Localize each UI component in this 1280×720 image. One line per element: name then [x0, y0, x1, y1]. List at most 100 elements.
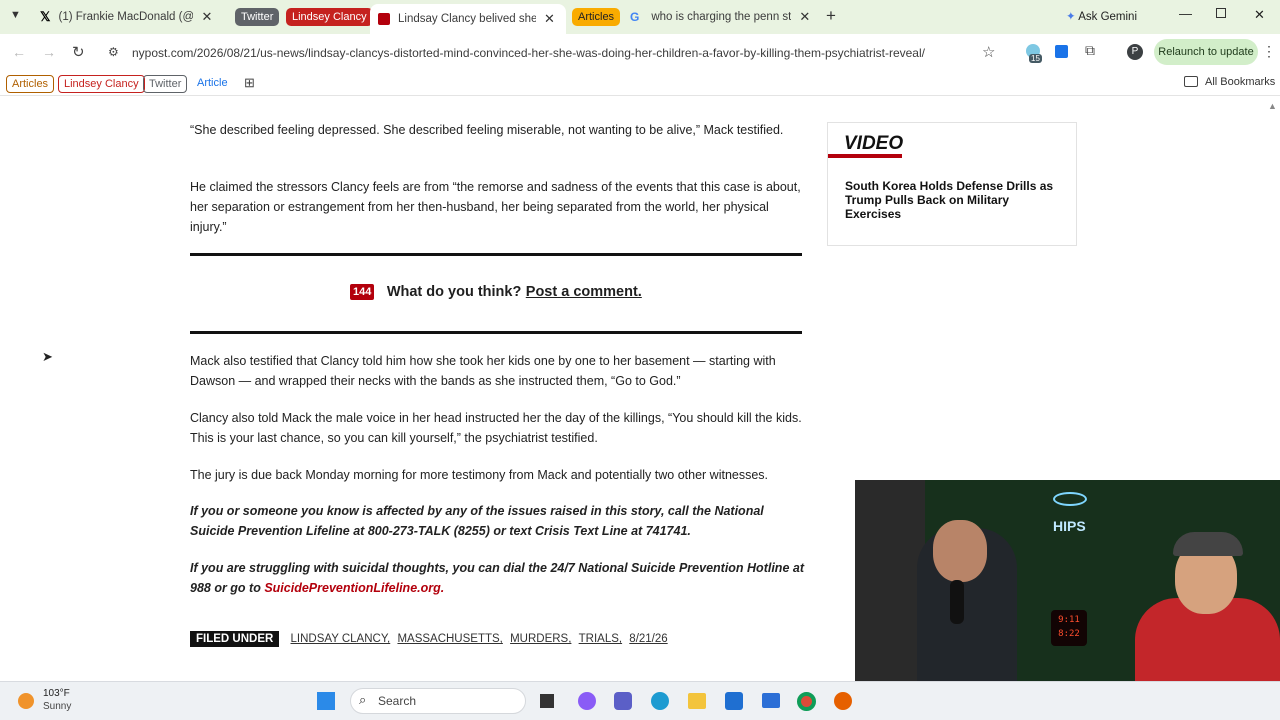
close-icon[interactable]: ✕	[799, 9, 810, 25]
tab-title: who is charging the penn state	[651, 11, 792, 23]
weather-sun-icon	[18, 693, 34, 709]
taskbar-search[interactable]: ⌕ Search	[350, 688, 526, 714]
ask-gemini-label: Ask Gemini	[1078, 11, 1137, 23]
clock-display: 9:11 8:22	[1051, 610, 1087, 646]
comment-prompt: 144 What do you think? Post a comment.	[350, 283, 642, 307]
url-text: nypost.com/2026/08/21/us-news/lindsay-cl…	[132, 46, 925, 60]
forward-arrow-icon[interactable]: →	[42, 44, 56, 60]
mail-icon[interactable]	[762, 693, 780, 708]
reload-icon[interactable]: ↻	[72, 43, 85, 61]
bookmarks-bar: Articles Lindsey Clancy Twitter Article …	[0, 72, 1280, 96]
tab-group-lindsey-clancy[interactable]: Lindsey Clancy	[286, 8, 373, 26]
filed-under-label: FILED UNDER	[190, 631, 280, 647]
video-label: VIDEO	[844, 133, 904, 154]
hotline-notice: If you are struggling with suicidal thou…	[190, 558, 805, 598]
new-tab-plus-icon[interactable]: +	[826, 6, 836, 26]
cap-right	[1173, 532, 1243, 556]
google-icon: G	[630, 10, 640, 24]
profile-avatar[interactable]: P	[1127, 44, 1143, 60]
tab-title: (1) Frankie MacDonald (@frank	[58, 11, 194, 23]
all-bookmarks-link[interactable]: All Bookmarks	[1205, 76, 1275, 88]
ask-gemini-button[interactable]: ✦ Ask Gemini	[1066, 9, 1137, 23]
lifeline-link[interactable]: SuicidePreventionLifeline.org.	[264, 581, 444, 595]
ufo-neon-icon	[1053, 492, 1087, 506]
bookmark-star-icon[interactable]: ☆	[982, 43, 995, 61]
store-icon[interactable]	[725, 692, 743, 710]
folder-icon	[1184, 76, 1198, 87]
site-info-icon[interactable]: ⚙	[108, 45, 119, 59]
tab-search-chevron-icon[interactable]: ▼	[10, 9, 21, 21]
scroll-up-arrow-icon[interactable]: ▲	[1268, 101, 1277, 111]
close-icon[interactable]: ✕	[201, 9, 212, 25]
bookmark-articles[interactable]: Articles	[6, 75, 55, 93]
neon-text: HIPS	[1053, 518, 1086, 534]
article-paragraph: The jury is due back Monday morning for …	[190, 468, 769, 482]
article-paragraph: “She described feeling depressed. She de…	[190, 123, 784, 137]
windows-start-icon[interactable]	[317, 692, 335, 710]
tab-group-twitter[interactable]: Twitter	[235, 8, 280, 26]
relaunch-label: Relaunch to update	[1158, 46, 1254, 58]
relaunch-to-update-button[interactable]: Relaunch to update	[1154, 39, 1258, 65]
file-explorer-icon[interactable]	[688, 693, 706, 709]
minimize-icon[interactable]: —	[1179, 6, 1192, 21]
more-menu-icon[interactable]: ⋮	[1262, 43, 1276, 60]
clock-time: 9:11	[1058, 615, 1080, 625]
article-paragraph: Clancy also told Mack the male voice in …	[190, 411, 802, 445]
microphone	[950, 580, 964, 624]
tab-group-articles[interactable]: Articles	[572, 8, 621, 26]
lifeline-notice: If you or someone you know is affected b…	[190, 504, 764, 538]
tag-link[interactable]: MASSACHUSETTS,	[397, 633, 502, 645]
tab-google-search[interactable]: G who is charging the penn state ✕	[624, 4, 814, 30]
edge-icon[interactable]	[651, 692, 669, 710]
tag-link[interactable]: MURDERS,	[510, 633, 571, 645]
copilot-icon[interactable]	[578, 692, 596, 710]
back-arrow-icon[interactable]: ←	[12, 44, 26, 60]
video-label-underline	[828, 154, 902, 158]
comment-question: What do you think?	[386, 283, 522, 300]
filed-under: FILED UNDER LINDSAY CLANCY, MASSACHUSETT…	[190, 631, 668, 647]
chrome-icon[interactable]	[797, 692, 816, 711]
nypost-icon	[378, 13, 390, 25]
close-window-icon[interactable]: ✕	[1254, 7, 1265, 23]
mouse-cursor-icon: ➤	[42, 349, 53, 364]
bookmark-article[interactable]: Article	[192, 75, 233, 93]
head-left	[933, 520, 987, 582]
task-view-icon[interactable]	[540, 694, 554, 708]
tab-lindsay-clancy-article[interactable]: Lindsay Clancy belived she was ✕	[370, 4, 566, 34]
tab-title: Lindsay Clancy belived she was	[398, 13, 536, 25]
tag-link[interactable]: 8/21/26	[629, 633, 667, 645]
post-comment-link[interactable]: Post a comment.	[526, 284, 642, 300]
close-icon[interactable]: ✕	[544, 11, 555, 27]
extensions-puzzle-icon[interactable]: ⧉	[1085, 42, 1095, 59]
tab-strip: ▼ 𝕏 (1) Frankie MacDonald (@frank ✕ Twit…	[0, 0, 1280, 34]
extension-icon[interactable]	[1055, 45, 1068, 58]
tag-link[interactable]: LINDSAY CLANCY,	[291, 633, 391, 645]
search-placeholder: Search	[378, 694, 417, 708]
article-paragraph: Mack also testified that Clancy told him…	[190, 354, 776, 388]
divider	[190, 253, 802, 256]
restore-icon[interactable]	[1216, 8, 1226, 18]
tag-link[interactable]: TRIALS,	[579, 633, 622, 645]
weather-condition: Sunny	[43, 701, 72, 712]
bookmark-lindsey-clancy[interactable]: Lindsey Clancy	[58, 75, 145, 93]
tab-frankie-macdonald[interactable]: 𝕏 (1) Frankie MacDonald (@frank ✕	[34, 4, 224, 30]
clock-time-secondary: 8:22	[1058, 629, 1080, 639]
apps-grid-icon[interactable]: ⊞	[244, 75, 255, 91]
comment-count-badge[interactable]: 144	[350, 283, 375, 300]
browser-toolbar: ← → ↻ ⚙ nypost.com/2026/08/21/us-news/li…	[0, 34, 1280, 72]
gemini-sparkle-icon: ✦	[1066, 11, 1076, 23]
teams-icon[interactable]	[614, 692, 632, 710]
extension-badge: 15	[1029, 54, 1042, 63]
firefox-icon[interactable]	[834, 692, 852, 710]
video-headline-link[interactable]: South Korea Holds Defense Drills as Trum…	[845, 179, 1060, 221]
neon-sign: HIPS	[1031, 492, 1111, 542]
address-bar[interactable]: ⚙ nypost.com/2026/08/21/us-news/lindsay-…	[100, 38, 1010, 68]
weather-temp[interactable]: 103°F	[43, 688, 70, 699]
article-paragraph: He claimed the stressors Clancy feels ar…	[190, 180, 801, 234]
search-icon: ⌕	[359, 692, 367, 707]
x-logo-icon: 𝕏	[40, 9, 51, 24]
bookmark-twitter[interactable]: Twitter	[143, 75, 188, 93]
video-widget: VIDEO South Korea Holds Defense Drills a…	[827, 122, 1077, 246]
windows-taskbar: 103°F Sunny ⌕ Search	[0, 681, 1280, 720]
divider	[190, 331, 802, 334]
